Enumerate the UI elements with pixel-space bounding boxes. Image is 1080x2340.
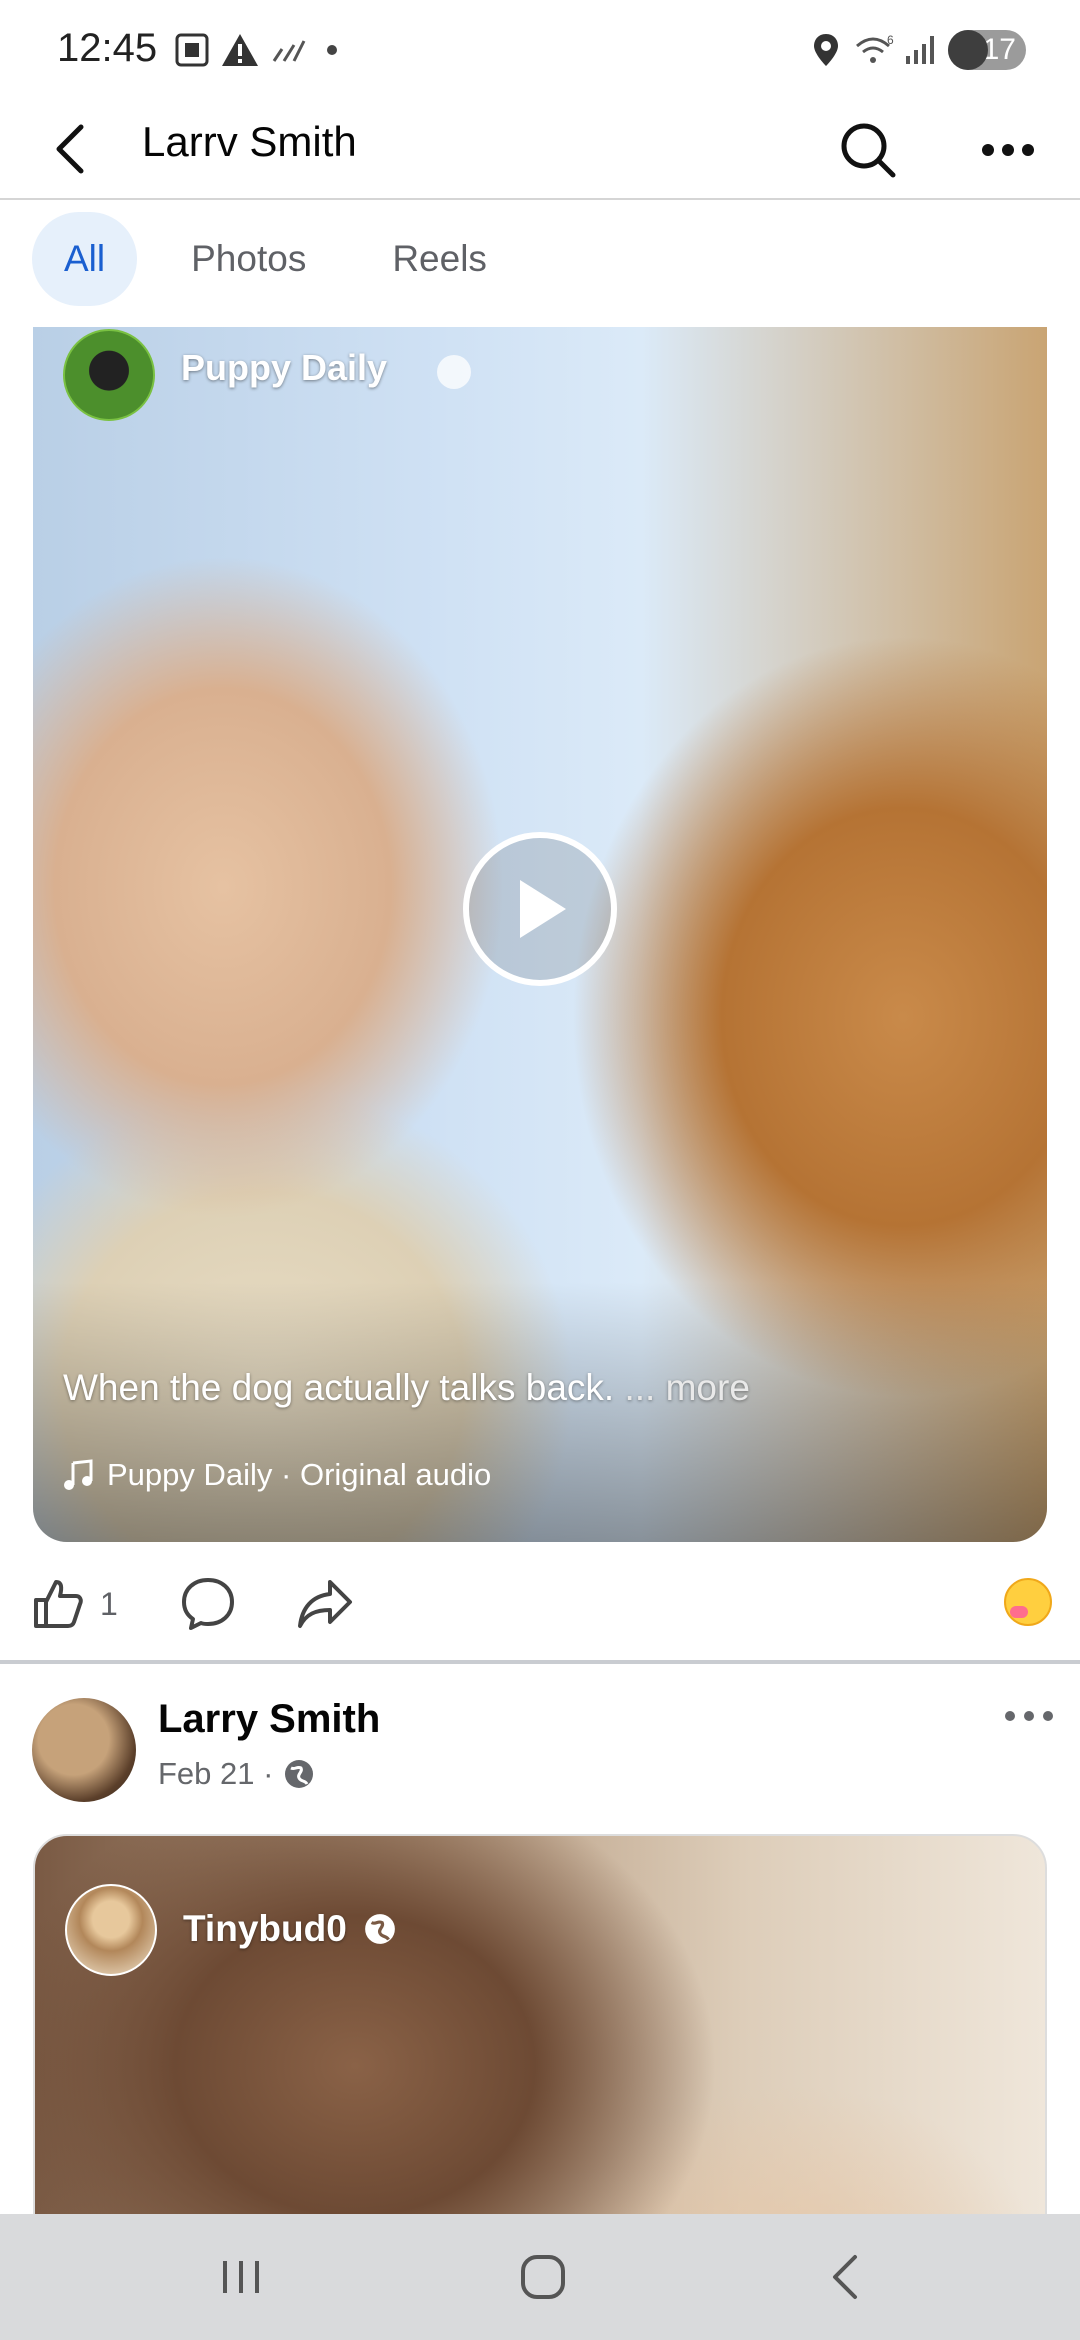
audio-label: Puppy Daily · Original audio [107,1457,492,1492]
cell-signal-icon [902,30,942,70]
like-button[interactable]: 1 [30,1570,118,1638]
battery-indicator: 17 [948,30,1026,70]
more-dots-icon [982,144,1034,156]
share-button[interactable] [296,1570,354,1638]
page-title: Larrv Smith [142,118,357,165]
comment-icon [182,1578,234,1630]
page-avatar[interactable] [63,329,155,421]
reel-video-card[interactable]: Puppy Daily When the dog actually talks … [33,327,1047,1542]
share-icon [298,1580,352,1628]
video-shade [33,1282,1047,1542]
tab-reels[interactable]: Reels [360,212,519,306]
like-count: 1 [100,1585,118,1622]
battery-saver-icon [948,30,988,70]
play-button[interactable] [463,832,617,986]
alert-icon [218,30,262,70]
tab-photos[interactable]: Photos [159,212,338,306]
post-divider [0,1660,1080,1664]
signal-strength-icon [268,30,308,70]
network-label: 6 [887,33,894,47]
home-button[interactable] [498,2242,588,2312]
play-icon [520,880,566,938]
music-note-icon [64,1459,93,1490]
search-button[interactable] [830,112,906,188]
post-date: Feb 21 · [158,1756,274,1791]
location-icon [808,30,844,70]
globe-icon [365,1914,395,1944]
post-meta: Feb 21 · [158,1756,315,1792]
recent-apps-icon [223,2261,259,2293]
author-avatar[interactable] [32,1698,136,1802]
comment-button[interactable] [180,1570,236,1638]
home-icon [521,2255,565,2299]
verified-badge-icon [437,355,471,389]
system-back-icon [833,2255,857,2299]
caption-text: When the dog actually talks back. [63,1367,615,1408]
post-more-button[interactable] [994,1690,1064,1742]
wifi-icon: 6 [852,30,898,70]
app-header: Larrv Smith [0,100,1080,200]
system-back-button[interactable] [800,2242,890,2312]
more-dots-icon [1005,1711,1053,1721]
status-bar: 12:45 6 17 [0,0,1080,100]
notification-dot-icon [322,30,342,70]
system-navigation-bar [0,2214,1080,2340]
video-caption: When the dog actually talks back. ... mo… [63,1367,750,1409]
reaction-emoji-icon[interactable] [1004,1578,1052,1626]
post-actions: 1 [0,1560,1080,1648]
audio-info[interactable]: Puppy Daily · Original audio [63,1457,491,1493]
filter-tabs: All Photos Reels [32,212,541,306]
recent-apps-button[interactable] [196,2242,286,2312]
video-page-name[interactable]: Puppy Daily [181,347,387,389]
emoji-cheek [1010,1606,1028,1618]
search-icon [841,123,896,178]
back-button[interactable] [36,114,106,184]
more-options-button[interactable] [970,112,1046,188]
globe-icon [285,1760,314,1788]
shared-page-avatar[interactable] [65,1884,157,1976]
status-time: 12:45 [57,26,158,70]
screenshot-icon [172,30,212,70]
like-icon [34,1580,83,1628]
shared-page-name[interactable]: Tinybud0 [183,1908,347,1950]
caption-more-link[interactable]: ... more [624,1367,749,1408]
author-name[interactable]: Larry Smith [158,1697,380,1742]
back-arrow-icon [56,124,84,174]
tab-all[interactable]: All [32,212,138,306]
